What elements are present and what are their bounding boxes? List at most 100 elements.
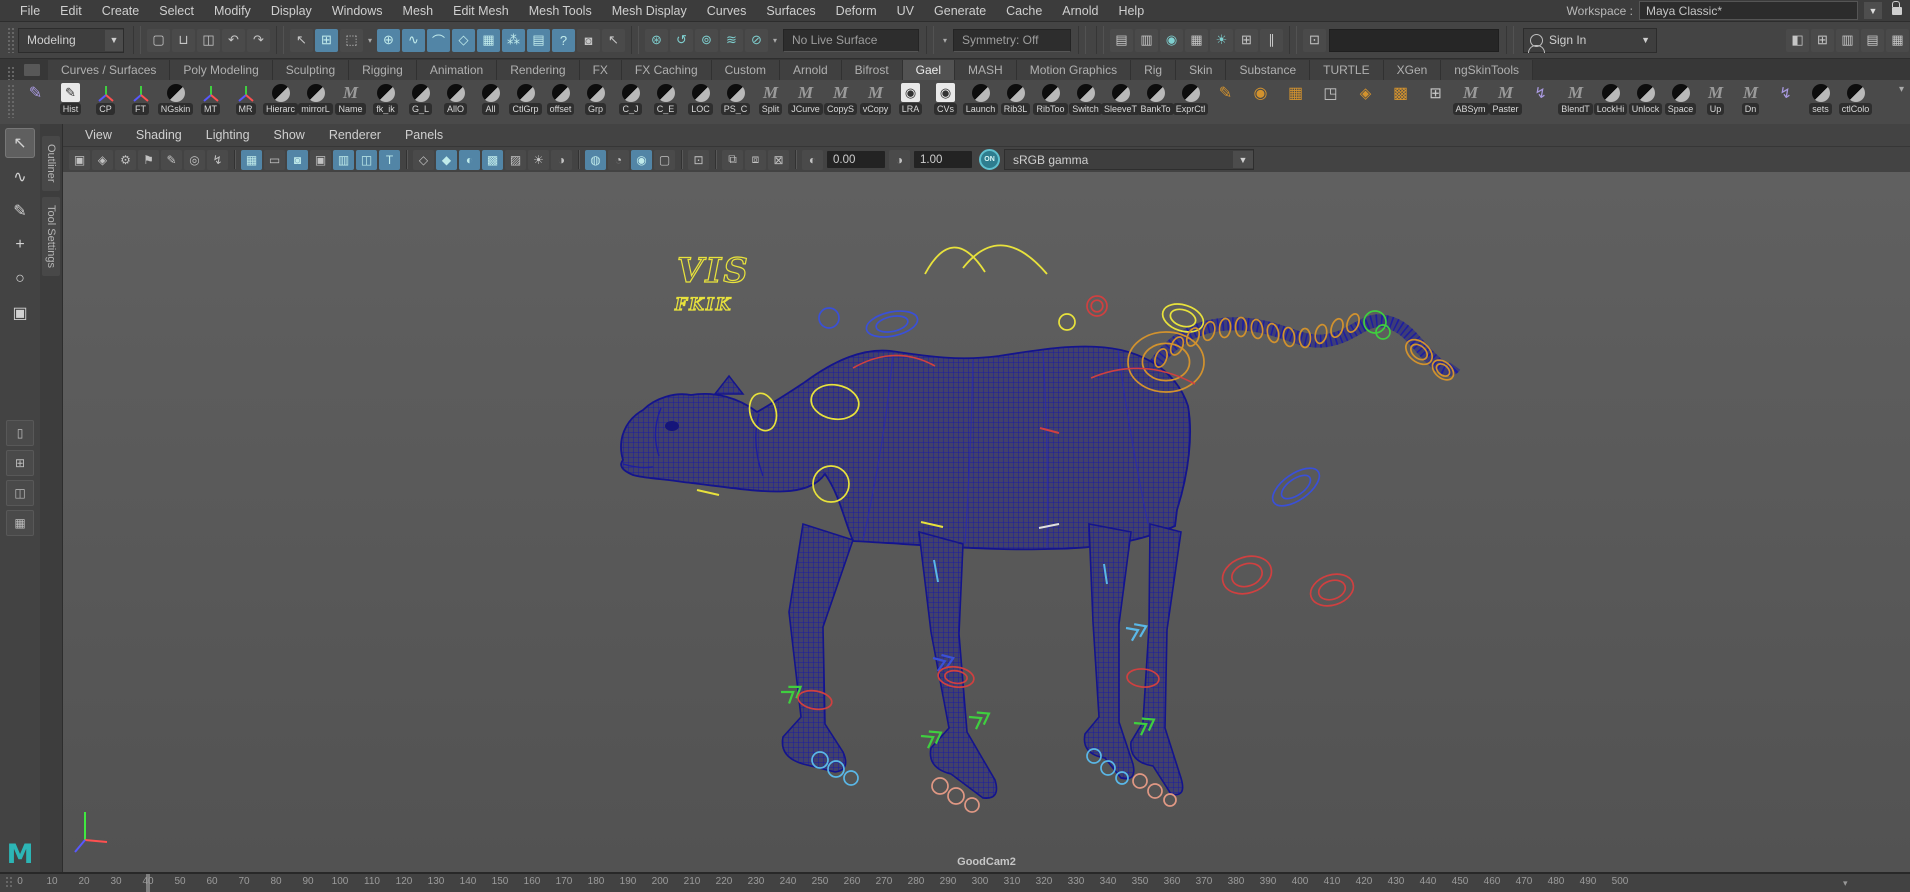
rig-curve-control[interactable]: [925, 245, 1047, 274]
rig-ellipse-control[interactable]: [1266, 461, 1325, 513]
select-object-icon[interactable]: ⊞: [315, 29, 338, 52]
rotate-tool[interactable]: ○: [5, 264, 35, 294]
shelf-button-space[interactable]: Space: [1663, 80, 1698, 115]
shelf-button-mirrorl[interactable]: mirrorL: [298, 80, 333, 115]
time-slider[interactable]: 0102030405060708090100110120130140150160…: [0, 872, 1910, 892]
select-tool[interactable]: ↖: [5, 128, 35, 158]
viewport-menu-view[interactable]: View: [73, 128, 124, 142]
shelf-tab-mash[interactable]: MASH: [955, 60, 1017, 80]
rig-ellipse-control[interactable]: [1184, 326, 1201, 348]
time-slider-handle[interactable]: [5, 876, 13, 888]
new-scene-icon[interactable]: ▢: [147, 29, 170, 52]
shelf-tab-fx[interactable]: FX: [580, 60, 622, 80]
wireframe-icon[interactable]: ◇: [413, 150, 434, 170]
attribute-editor-icon[interactable]: ▥: [1836, 29, 1859, 52]
shadows-icon[interactable]: ◑: [551, 150, 572, 170]
history-chain-icon[interactable]: ≋: [720, 29, 743, 52]
camera-icon[interactable]: ▣: [69, 150, 90, 170]
shelf-tab-bifrost[interactable]: Bifrost: [842, 60, 903, 80]
shelf-button-cvs[interactable]: ◉CVs: [928, 80, 963, 115]
shelf-button-paster[interactable]: MPaster: [1488, 80, 1523, 115]
rig-ellipse-control[interactable]: [1282, 327, 1296, 347]
layout-outliner-persp[interactable]: ▦: [6, 510, 34, 536]
rig-circle-control[interactable]: [844, 771, 858, 785]
menu-display[interactable]: Display: [261, 4, 322, 18]
rig-tick-control[interactable]: [85, 840, 107, 842]
expand-arrow-icon[interactable]: ▾: [769, 29, 781, 52]
render-view-icon[interactable]: ▤: [1110, 29, 1133, 52]
status-line-handle[interactable]: [7, 27, 15, 53]
help-line-icon[interactable]: ?: [552, 29, 575, 52]
shelf-button-ribtoo[interactable]: RibToo: [1033, 80, 1068, 115]
menu-mesh-display[interactable]: Mesh Display: [602, 4, 697, 18]
shelf-tab-arnold[interactable]: Arnold: [780, 60, 842, 80]
rig-ellipse-control[interactable]: [1266, 323, 1281, 344]
bookmark-icon[interactable]: ⚑: [138, 150, 159, 170]
shaded-icon[interactable]: ◆: [436, 150, 457, 170]
shelf-tab-gael[interactable]: Gael: [903, 60, 955, 80]
shelf-button-rib3l[interactable]: Rib3L: [998, 80, 1033, 115]
shelf-tab-curves-surfaces[interactable]: Curves / Surfaces: [48, 60, 170, 80]
grease-pencil-icon[interactable]: ✎: [161, 150, 182, 170]
shelf-button-wand[interactable]: ↯: [1768, 80, 1803, 115]
shelf-button-switch[interactable]: Switch: [1068, 80, 1103, 115]
layout-four-pane[interactable]: ⊞: [6, 450, 34, 476]
backface-icon[interactable]: ⊠: [768, 150, 789, 170]
shelf-button-hierarc[interactable]: Hierarc: [263, 80, 298, 115]
rig-ellipse-control-inner[interactable]: [1278, 471, 1315, 503]
shelf-button-ps-c[interactable]: PS_C: [718, 80, 753, 115]
rig-ellipse-control[interactable]: [1314, 324, 1329, 345]
shelf-button-grp[interactable]: Grp: [578, 80, 613, 115]
shelf-button-mr[interactable]: MR: [228, 80, 263, 115]
shelf-tab-animation[interactable]: Animation: [417, 60, 497, 80]
menu-windows[interactable]: Windows: [322, 4, 393, 18]
rig-curve-control[interactable]: [853, 355, 935, 368]
shelf-button-mt[interactable]: MT: [193, 80, 228, 115]
make-live-icon[interactable]: ⁂: [502, 29, 525, 52]
rig-ellipse-control[interactable]: [864, 307, 920, 341]
menu-modify[interactable]: Modify: [204, 4, 261, 18]
shelf-button-grid-orange[interactable]: ▦: [1278, 80, 1313, 115]
rig-ellipse-control[interactable]: [1329, 317, 1345, 338]
menu-arnold[interactable]: Arnold: [1052, 4, 1108, 18]
rig-circle-control[interactable]: [1087, 296, 1107, 316]
gate-mask-icon[interactable]: ▣: [310, 150, 331, 170]
side-tab-outliner[interactable]: Outliner: [42, 136, 60, 191]
tool-settings-icon[interactable]: ▤: [1861, 29, 1884, 52]
rig-ellipse-control[interactable]: [1218, 550, 1277, 600]
highlight-selection-icon[interactable]: ↖: [602, 29, 625, 52]
shelf-tab-xgen[interactable]: XGen: [1384, 60, 1442, 80]
shelf-tab-rig[interactable]: Rig: [1131, 60, 1176, 80]
rig-circle-control[interactable]: [1101, 761, 1115, 775]
rig-circle-control[interactable]: [828, 761, 844, 777]
rig-ellipse-control-inner[interactable]: [1168, 306, 1198, 329]
snap-region-icon[interactable]: ◎: [184, 150, 205, 170]
menu-file[interactable]: File: [10, 4, 50, 18]
rig-tick-control[interactable]: [921, 522, 943, 527]
symmetry-field[interactable]: Symmetry: Off: [953, 29, 1071, 52]
xray-joints-icon[interactable]: ⧈: [745, 150, 766, 170]
snap-curve-icon[interactable]: ∿: [402, 29, 425, 52]
rig-ellipse-control-inner[interactable]: [1316, 577, 1348, 603]
shelf-button-up[interactable]: MUp: [1698, 80, 1733, 115]
rig-circle-control[interactable]: [1087, 749, 1101, 763]
viewport-menu-show[interactable]: Show: [262, 128, 317, 142]
construction-history-icon[interactable]: ⊚: [695, 29, 718, 52]
snap-together-icon[interactable]: ▤: [527, 29, 550, 52]
shelf-button-all[interactable]: All: [473, 80, 508, 115]
shelf-button-ngskin[interactable]: NGskin: [158, 80, 193, 115]
select-hierarchy-icon[interactable]: ↖: [290, 29, 313, 52]
shelf-tab-skin[interactable]: Skin: [1176, 60, 1226, 80]
rig-ellipse-control[interactable]: [808, 381, 861, 423]
rig-tick-control[interactable]: [934, 560, 938, 582]
isolate-select-icon[interactable]: ⊡: [688, 150, 709, 170]
menu-mesh-tools[interactable]: Mesh Tools: [519, 4, 602, 18]
shelf-button-ctlgrp[interactable]: CtlGrp: [508, 80, 543, 115]
rig-tick-control[interactable]: [75, 840, 85, 852]
shelf-button-wand[interactable]: ↯: [1523, 80, 1558, 115]
rig-circle-control[interactable]: [1133, 774, 1147, 788]
shelf-button-c-e[interactable]: C_E: [648, 80, 683, 115]
viewport-menu-shading[interactable]: Shading: [124, 128, 194, 142]
rig-ellipse-control[interactable]: [1250, 319, 1264, 339]
rig-controls-overlay[interactable]: VISFKIK: [63, 172, 1910, 874]
